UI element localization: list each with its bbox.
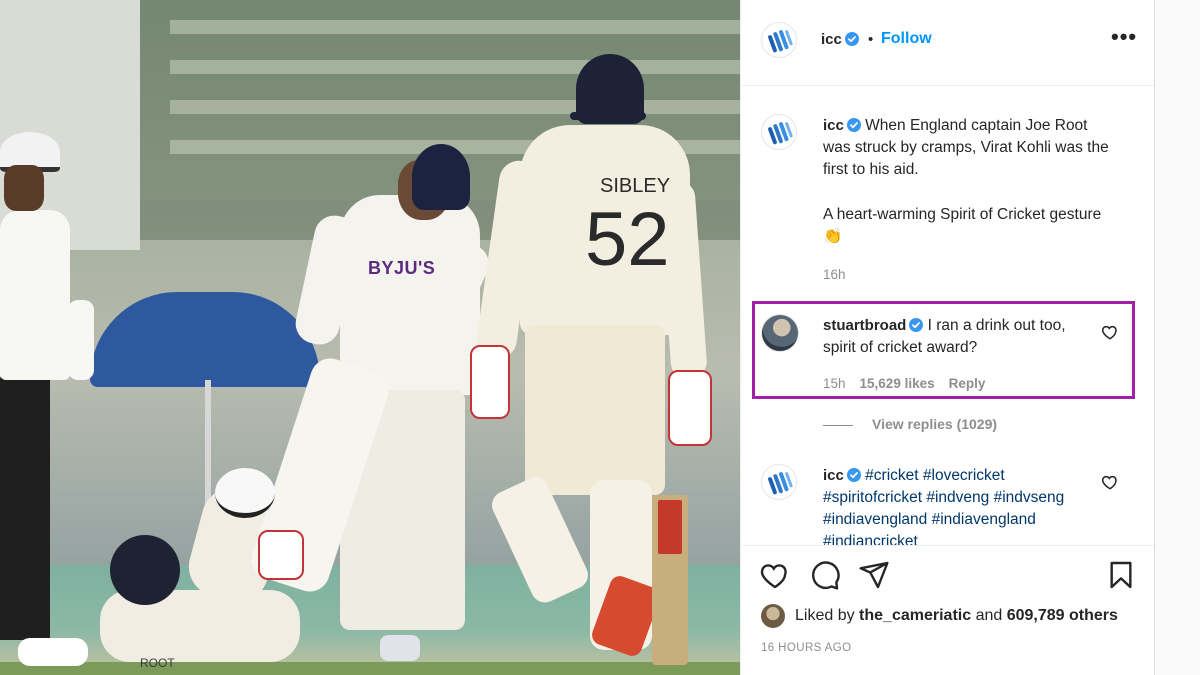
- more-icon[interactable]: •••: [1111, 24, 1137, 50]
- sibley-helmet-peak: [570, 112, 646, 120]
- kohli-cap: [412, 144, 470, 210]
- caption-meta: 16h: [823, 267, 860, 282]
- caption-time: 16h: [823, 267, 846, 282]
- caption-body-2: A heart-warming Spirit of Cricket gestur…: [823, 206, 1102, 245]
- umpire-shoe: [18, 638, 88, 666]
- liked-by-user[interactable]: the_cameriatic: [859, 607, 971, 624]
- grass: [0, 662, 740, 675]
- post-actions: Liked by the_cameriatic and 609,789 othe…: [741, 545, 1155, 675]
- umpire-face: [4, 165, 44, 211]
- share-icon[interactable]: [858, 559, 890, 591]
- root-shirt-text: ROOT: [140, 656, 175, 670]
- shirt-sponsor-text: BYJU'S: [368, 258, 436, 278]
- hashtags-text: icc #cricket #lovecricket #spiritofcrick…: [823, 465, 1083, 545]
- comment-highlight-box: [752, 301, 1135, 399]
- avatar[interactable]: [761, 604, 785, 628]
- icc-logo-icon[interactable]: [761, 464, 797, 500]
- post-photo[interactable]: BYJU'S SIBLEY 52 ROOT: [0, 0, 740, 675]
- post-caption: icc When England captain Joe Root was st…: [741, 87, 1155, 297]
- heart-icon[interactable]: [759, 559, 791, 591]
- verified-icon: [846, 468, 861, 482]
- stadium-seat-row: [170, 100, 740, 114]
- root-shoe: [215, 468, 275, 518]
- post-timestamp: 16 HOURS AGO: [761, 642, 852, 654]
- glove-left: [470, 345, 510, 419]
- comment-hashtags: icc #cricket #lovecricket #spiritofcrick…: [741, 459, 1155, 545]
- likes-row: Liked by the_cameriatic and 609,789 othe…: [761, 604, 1141, 628]
- post-author[interactable]: icc: [821, 31, 859, 49]
- comments-list[interactable]: icc When England captain Joe Root was st…: [741, 87, 1155, 545]
- separator-dot: •: [868, 31, 874, 48]
- umpire-shirt: [0, 210, 70, 380]
- bat-sticker: [658, 500, 682, 554]
- post-header: icc • Follow •••: [741, 0, 1155, 86]
- umpire-arm: [68, 300, 94, 380]
- jersey-name-text: SIBLEY: [600, 175, 671, 197]
- comment-username[interactable]: icc: [823, 467, 844, 484]
- liked-by-others[interactable]: 609,789 others: [1007, 607, 1118, 624]
- kohli-shoe: [380, 635, 420, 661]
- stadium-seat-row: [170, 60, 740, 74]
- icc-logo-icon[interactable]: [761, 22, 797, 58]
- verified-icon: [846, 118, 861, 132]
- liked-by-mid: and: [975, 607, 1003, 624]
- post-author-username[interactable]: icc: [821, 31, 842, 48]
- caption-username[interactable]: icc: [823, 117, 844, 134]
- view-replies-button[interactable]: View replies (1029): [872, 416, 997, 432]
- sibley-trousers: [525, 325, 665, 495]
- likes-summary[interactable]: Liked by the_cameriatic and 609,789 othe…: [795, 607, 1118, 625]
- caption-body: When England captain Joe Root was struck…: [823, 117, 1109, 178]
- glove-right: [668, 370, 712, 446]
- verified-icon: [844, 32, 859, 46]
- root-glove: [258, 530, 304, 580]
- root-helmet: [110, 535, 180, 605]
- post-side-panel: icc • Follow ••• icc When England captai…: [740, 0, 1155, 675]
- umbrella: [90, 292, 320, 387]
- liked-by-prefix: Liked by: [795, 607, 855, 624]
- replies-divider: [823, 425, 853, 426]
- bookmark-icon[interactable]: [1105, 559, 1137, 591]
- umpire-trousers: [0, 370, 50, 640]
- follow-button[interactable]: Follow: [881, 30, 932, 48]
- icc-logo-icon[interactable]: [761, 114, 797, 150]
- right-gutter: [1154, 0, 1200, 675]
- caption-text: icc When England captain Joe Root was st…: [823, 115, 1113, 181]
- stadium-seat-row: [170, 20, 740, 34]
- heart-icon[interactable]: [1101, 473, 1119, 491]
- comment-icon[interactable]: [809, 559, 841, 591]
- jersey-number-text: 52: [585, 197, 670, 282]
